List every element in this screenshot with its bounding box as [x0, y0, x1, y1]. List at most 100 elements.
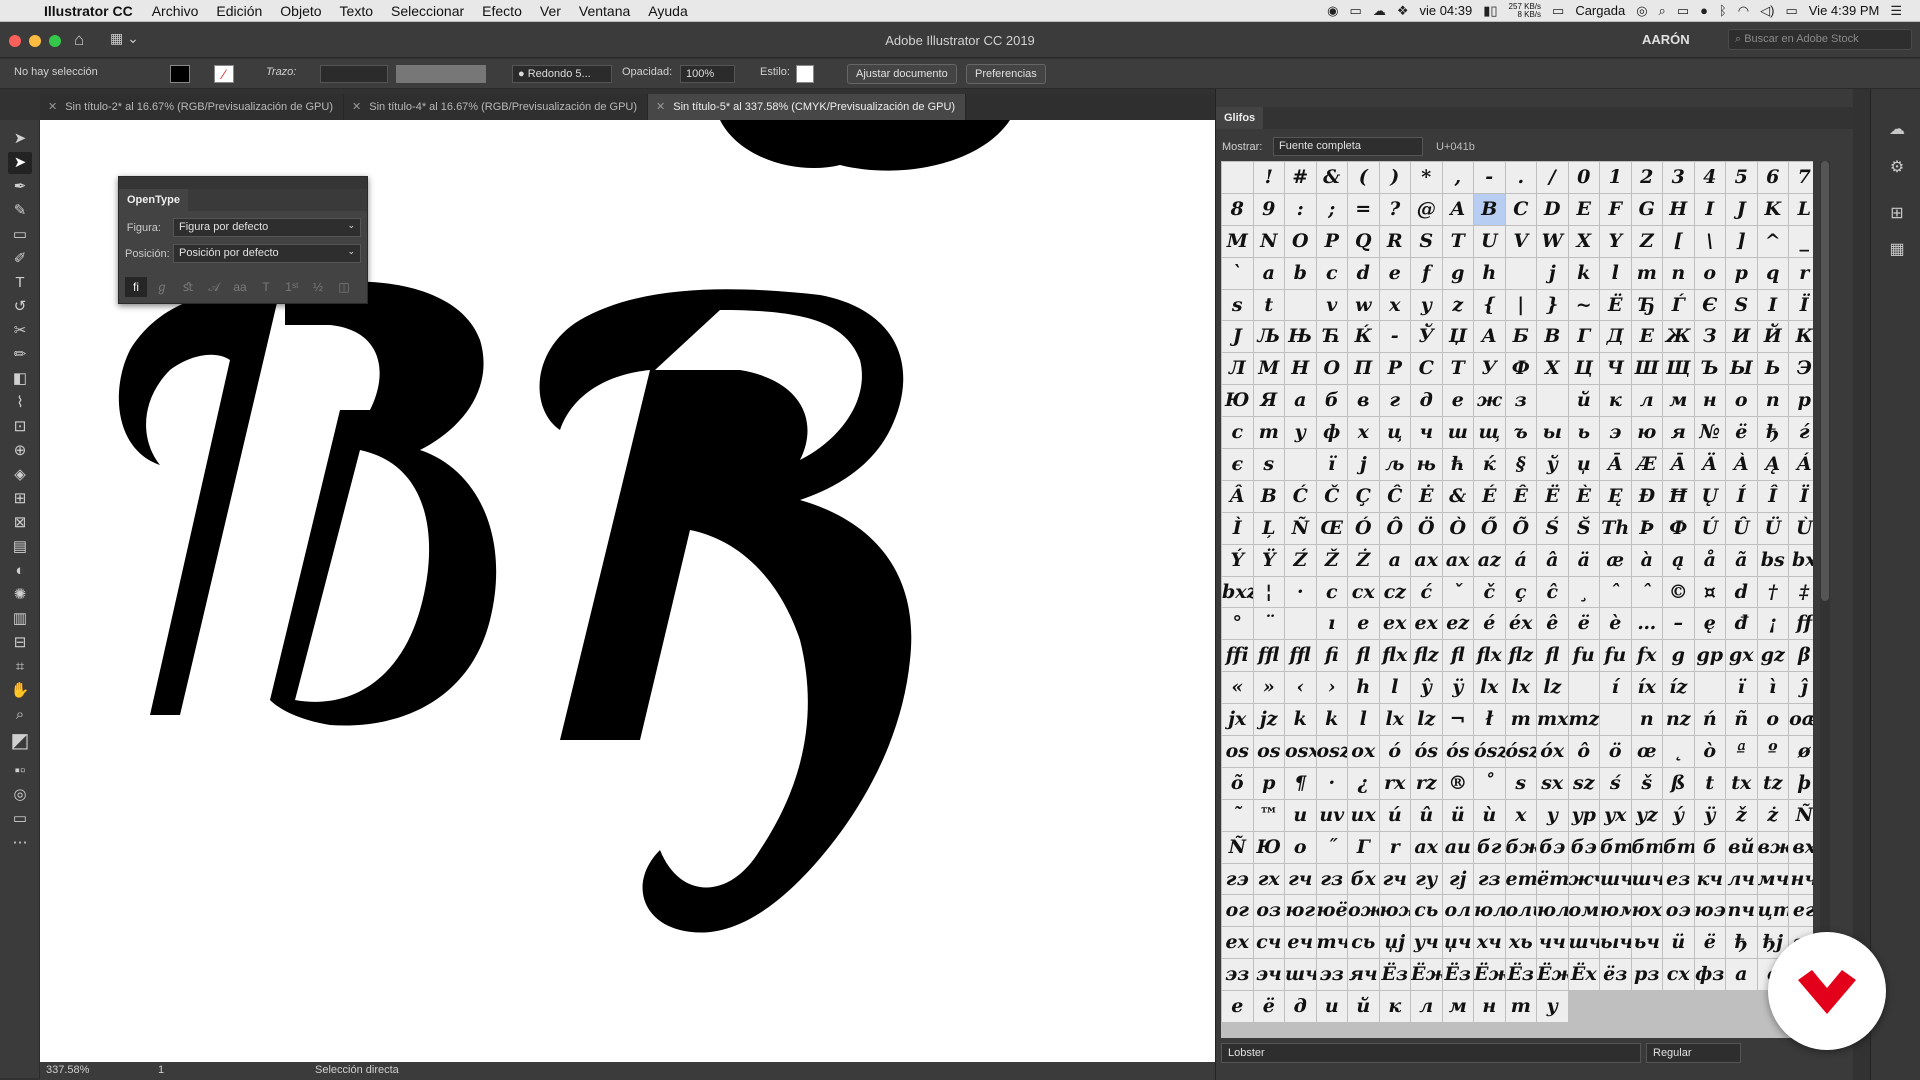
glyph-cell[interactable]: Ї — [1789, 289, 1813, 321]
glyph-cell[interactable]: Í — [1726, 480, 1757, 512]
glyph-cell[interactable]: ол — [1442, 895, 1473, 927]
glyph-cell[interactable]: Ќ — [1348, 321, 1379, 353]
glyph-cell[interactable]: Œ — [1316, 512, 1347, 544]
glyph-cell[interactable]: ż — [1757, 799, 1788, 831]
glyph-cell[interactable]: Ò — [1442, 512, 1473, 544]
glyph-cell[interactable]: Љ — [1253, 321, 1284, 353]
glyph-cell[interactable]: з — [1505, 385, 1536, 417]
glyph-cell[interactable]: Ö — [1411, 512, 1442, 544]
glyph-cell[interactable]: Õ — [1505, 512, 1536, 544]
glyph-cell[interactable]: ex — [1379, 608, 1410, 640]
glyph-cell[interactable]: Ļ — [1253, 512, 1284, 544]
glyph-cell[interactable]: № — [1694, 417, 1725, 449]
glyph-cell[interactable]: Ёз — [1505, 959, 1536, 991]
glyph-cell[interactable]: бт — [1631, 831, 1662, 863]
glyph-cell[interactable]: © — [1663, 576, 1694, 608]
glyph-cell[interactable]: ¸ — [1568, 576, 1599, 608]
glyph-cell[interactable]: Џ — [1442, 321, 1473, 353]
glyph-cell[interactable]: n — [1631, 704, 1662, 736]
glyph-cell[interactable]: u — [1285, 799, 1316, 831]
glyph-cell[interactable]: . — [1505, 162, 1536, 193]
glyph-cell[interactable]: o — [1694, 257, 1725, 289]
glyph-cell[interactable]: sx — [1537, 767, 1568, 799]
fractions-icon[interactable]: ½ — [307, 277, 329, 297]
type-tool-icon[interactable]: T — [8, 272, 32, 294]
glyph-scrollbar[interactable] — [1820, 161, 1830, 1038]
glyph-cell[interactable]: е — [1442, 385, 1473, 417]
glyph-cell[interactable]: ŷ — [1411, 672, 1442, 704]
glyph-cell[interactable]: éx — [1505, 608, 1536, 640]
glyph-cell[interactable]: N — [1253, 225, 1284, 257]
glyph-cell[interactable]: k — [1316, 704, 1347, 736]
glyph-cell[interactable]: и — [1316, 991, 1347, 1023]
glyph-cell[interactable]: flz — [1411, 640, 1442, 672]
glyph-cell[interactable]: бту — [1663, 831, 1694, 863]
glyph-cell[interactable]: Ä — [1694, 449, 1725, 480]
glyph-cell[interactable]: Ú — [1694, 512, 1725, 544]
glyph-cell[interactable]: mx — [1537, 704, 1568, 736]
glyph-cell[interactable]: è — [1600, 608, 1631, 640]
glyph-cell[interactable]: ç — [1505, 576, 1536, 608]
glyph-cell[interactable]: jx — [1222, 704, 1253, 736]
glyph-cell[interactable]: sz — [1568, 767, 1599, 799]
glyph-cell[interactable]: o — [1285, 831, 1316, 863]
glyph-cell[interactable]: эч — [1253, 959, 1284, 991]
glyph-cell[interactable]: ¿ — [1348, 767, 1379, 799]
glyph-cell[interactable]: р — [1789, 385, 1813, 417]
glyph-cell[interactable]: ö — [1600, 736, 1631, 767]
stroke-label[interactable]: Trazo: — [266, 66, 296, 78]
user-menu[interactable]: AARÓN — [1642, 32, 1690, 47]
glyph-cell[interactable]: Г — [1568, 321, 1599, 353]
glyph-cell[interactable]: yp — [1568, 799, 1599, 831]
glyph-cell[interactable]: r — [1379, 831, 1410, 863]
glyph-cell[interactable]: ¬ — [1442, 704, 1473, 736]
glyph-cell[interactable]: ёз — [1600, 959, 1631, 991]
glyph-cell[interactable]: – — [1663, 608, 1694, 640]
glyph-cell[interactable]: cz — [1379, 576, 1410, 608]
glyph-cell[interactable]: к — [1379, 991, 1410, 1023]
menu-efecto[interactable]: Efecto — [473, 3, 531, 19]
glyph-cell[interactable]: { — [1474, 289, 1505, 321]
glyph-cell[interactable]: Ёж — [1537, 959, 1568, 991]
glyph-cell[interactable]: oæ — [1789, 704, 1813, 736]
glyph-cell[interactable]: fl — [1348, 640, 1379, 672]
ordinals-icon[interactable]: 1ˢᵗ — [281, 277, 303, 297]
glyph-cell[interactable]: Ç — [1348, 480, 1379, 512]
glyph-cell[interactable]: ś — [1600, 767, 1631, 799]
zoom-tool-icon[interactable]: ⌕ — [8, 704, 32, 726]
glyph-cell[interactable]: F — [1600, 193, 1631, 225]
glyph-cell[interactable]: Ѕ — [1726, 289, 1757, 321]
glyph-cell[interactable]: flx — [1474, 640, 1505, 672]
glyph-cell[interactable]: о — [1726, 385, 1757, 417]
glyph-cell[interactable]: гу — [1411, 863, 1442, 895]
position-dropdown[interactable]: Posición por defecto ⌄ — [173, 244, 361, 263]
glyph-cell[interactable] — [1285, 449, 1316, 480]
glyph-cell[interactable]: Đ — [1631, 480, 1662, 512]
glyph-cell[interactable] — [1600, 704, 1631, 736]
glyph-cell[interactable]: юл — [1474, 895, 1505, 927]
glyph-cell[interactable]: Ёх — [1568, 959, 1599, 991]
glyph-cell[interactable]: õ — [1222, 767, 1253, 799]
glyph-cell[interactable]: ax — [1442, 544, 1473, 576]
slice-tool-icon[interactable]: ⌗ — [8, 656, 32, 678]
glyph-cell[interactable]: ё — [1726, 417, 1757, 449]
glyph-cell[interactable]: щ — [1474, 417, 1505, 449]
glyph-cell[interactable]: 0 — [1568, 162, 1599, 193]
glyph-cell[interactable]: óx — [1537, 736, 1568, 767]
direct-selection-tool-icon[interactable]: ➤ — [8, 152, 32, 174]
glyph-cell[interactable]: юль — [1537, 895, 1568, 927]
document-setup-button[interactable]: Ajustar documento — [847, 64, 957, 84]
glyph-cell[interactable]: ? — [1379, 193, 1410, 225]
glyph-cell[interactable]: ш — [1442, 417, 1473, 449]
glyph-cell[interactable]: д — [1411, 385, 1442, 417]
glyph-cell[interactable]: 8 — [1222, 193, 1253, 225]
glyph-cell[interactable]: И — [1726, 321, 1757, 353]
discretionary-ligatures-icon[interactable]: ﬆ — [177, 277, 199, 297]
status-time-short[interactable]: vie 04:39 — [1419, 3, 1472, 18]
glyph-cell[interactable]: V — [1505, 225, 1536, 257]
glyph-cell[interactable]: оз — [1253, 895, 1284, 927]
glyph-cell[interactable]: k — [1285, 704, 1316, 736]
glyph-cell[interactable]: å — [1694, 544, 1725, 576]
volume-icon[interactable]: ◁) — [1760, 3, 1774, 19]
glyph-cell[interactable]: fl — [1537, 640, 1568, 672]
